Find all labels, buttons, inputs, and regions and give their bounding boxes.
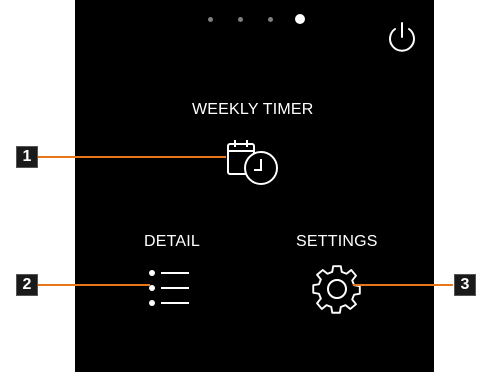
page-dot-3[interactable] xyxy=(268,17,273,22)
callout-line-2 xyxy=(38,284,150,286)
page-indicator xyxy=(75,0,434,40)
list-icon[interactable] xyxy=(147,268,191,308)
settings-label: SETTINGS xyxy=(296,233,378,250)
power-icon[interactable] xyxy=(384,20,420,56)
page-dot-2[interactable] xyxy=(238,17,243,22)
callout-1: 1 xyxy=(16,146,38,168)
page-dot-4-active[interactable] xyxy=(295,14,305,24)
callout-3: 3 xyxy=(454,274,476,296)
callout-line-3 xyxy=(353,284,453,286)
page-dot-1[interactable] xyxy=(208,17,213,22)
calendar-clock-icon[interactable] xyxy=(223,138,283,188)
gear-icon[interactable] xyxy=(311,263,363,315)
detail-label: DETAIL xyxy=(144,233,201,250)
weekly-timer-label: WEEKLY TIMER xyxy=(192,101,314,118)
callout-2: 2 xyxy=(16,274,38,296)
device-screen: WEEKLY TIMER DETAIL SETTINGS xyxy=(75,0,434,372)
callout-line-1 xyxy=(38,156,226,158)
